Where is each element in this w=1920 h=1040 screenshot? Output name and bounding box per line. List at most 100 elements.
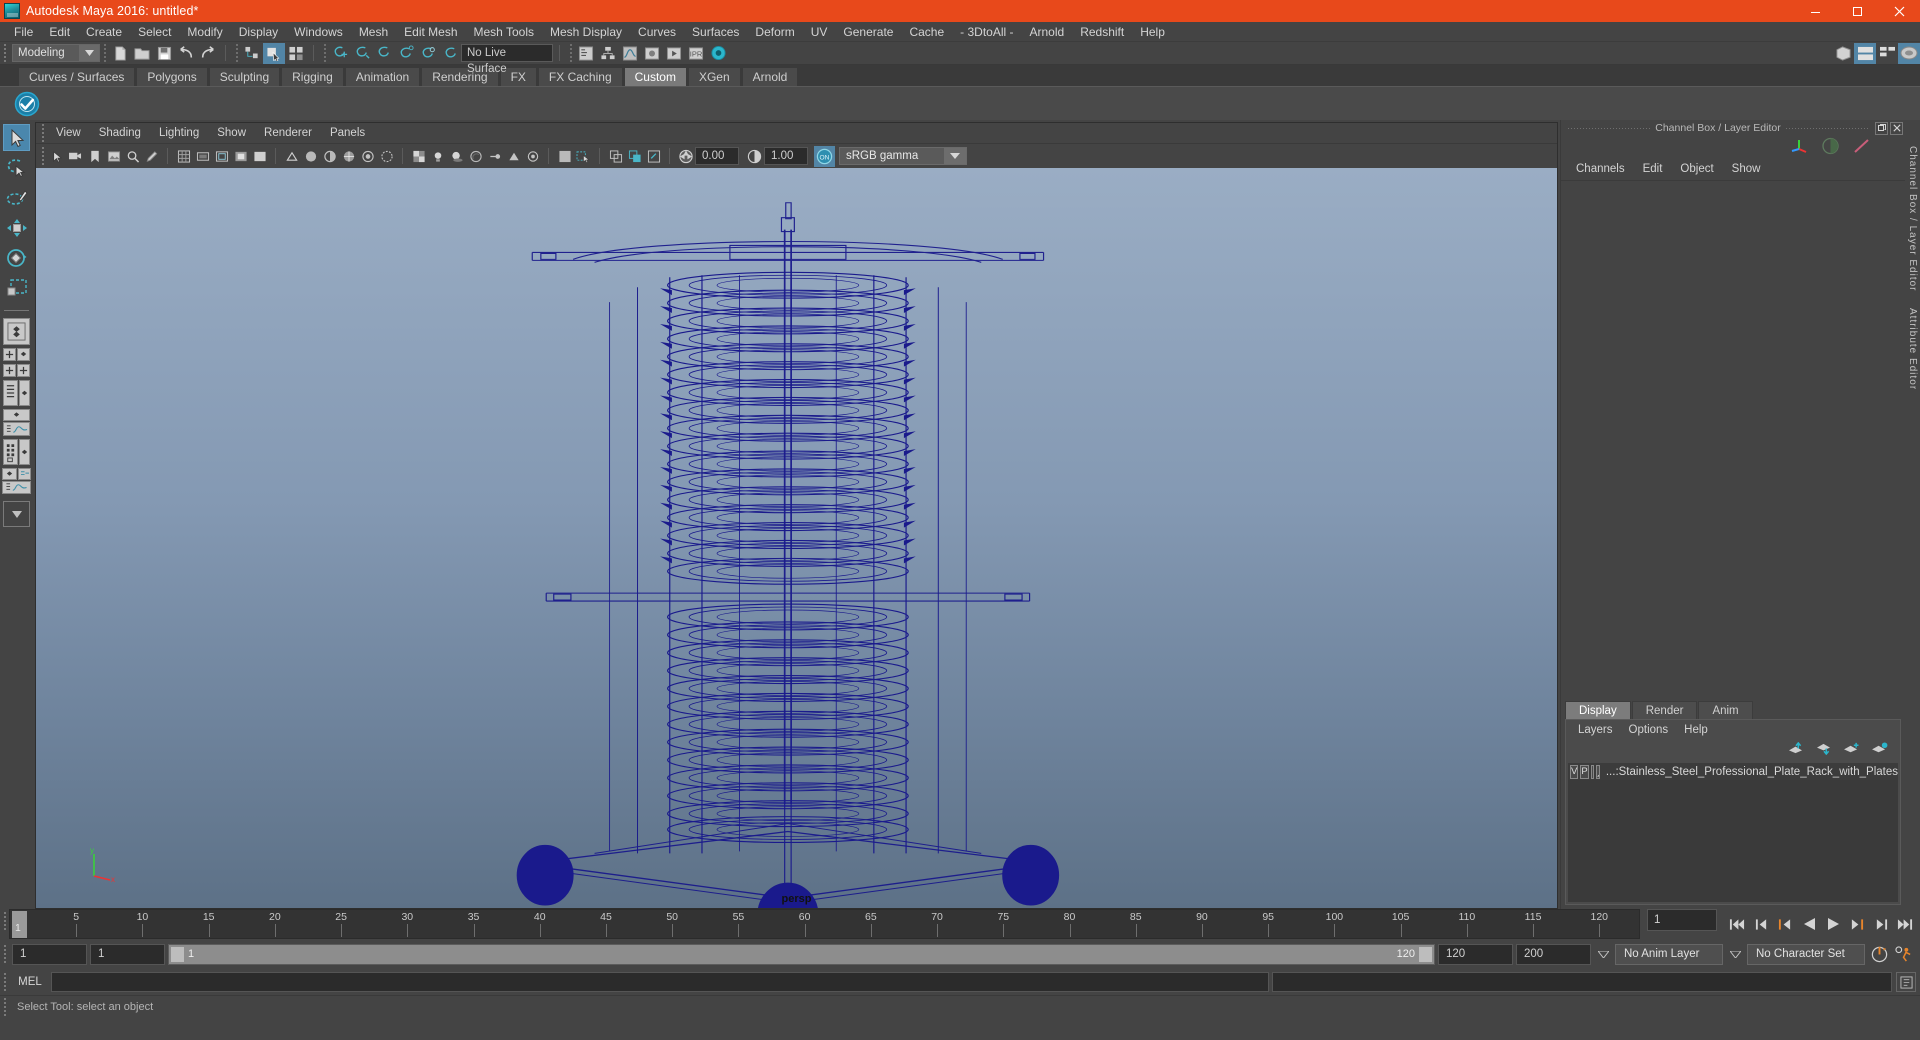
snap-to-curve-icon[interactable] [351, 43, 373, 64]
viewport-menu-lighting[interactable]: Lighting [150, 123, 208, 143]
color-management-selector[interactable]: sRGB gamma [839, 147, 967, 165]
auto-keyframe-toggle-icon[interactable] [1868, 942, 1890, 966]
menu-generate[interactable]: Generate [835, 22, 901, 42]
anim-end-field[interactable]: 200 [1516, 943, 1591, 965]
color-management-toggle-icon[interactable]: ON [814, 145, 835, 167]
resolution-gate-icon[interactable] [212, 146, 231, 167]
layer-tab-anim[interactable]: Anim [1698, 701, 1753, 719]
select-by-object-type-icon[interactable] [263, 42, 285, 64]
isolate-select-icon[interactable] [555, 146, 574, 167]
current-frame-field[interactable]: 1 [1647, 909, 1717, 931]
viewport-menu-shading[interactable]: Shading [90, 123, 150, 143]
wireframe-on-shaded-icon[interactable] [339, 146, 358, 167]
viewport-drag-handle[interactable] [38, 122, 47, 145]
channelbox-menu-edit[interactable]: Edit [1634, 159, 1672, 179]
viewport-toolbar-drag-handle[interactable] [38, 145, 47, 168]
two-d-pan-zoom-icon[interactable] [123, 146, 142, 167]
undo-icon[interactable] [175, 43, 197, 64]
paint-select-tool-icon[interactable] [3, 184, 30, 211]
create-empty-layer-icon[interactable] [1843, 742, 1860, 758]
layout-persp-graph-icon[interactable] [2, 481, 31, 494]
viewport-menu-view[interactable]: View [47, 123, 90, 143]
menu-windows[interactable]: Windows [286, 22, 351, 42]
new-scene-icon[interactable] [109, 43, 131, 64]
select-camera-icon[interactable] [47, 146, 66, 167]
shelf-item-checkmark-icon[interactable] [12, 89, 42, 119]
menuset-selector[interactable]: Modeling [12, 44, 100, 62]
show-attribute-editor-icon[interactable] [1854, 42, 1876, 64]
maximize-button[interactable] [1836, 0, 1878, 22]
toggle-xray-active-icon[interactable] [625, 146, 644, 167]
lasso-select-tool-icon[interactable] [3, 154, 30, 181]
shading-sphere-icon[interactable] [1821, 137, 1840, 158]
time-slider[interactable]: 1 5 10 15 20 25 30 35 40 45 50 55 60 65 70 75 80 85 90 95 1… [9, 909, 1640, 939]
wireframe-color-icon[interactable] [1852, 137, 1871, 158]
screen-space-ao-icon[interactable] [466, 146, 485, 167]
mel-command-input[interactable] [51, 972, 1269, 992]
shelf-tab-xgen[interactable]: XGen [687, 67, 741, 86]
select-by-component-type-icon[interactable] [285, 43, 307, 64]
layout-graph-editor-icon[interactable] [3, 422, 30, 436]
show-tool-settings-icon[interactable] [1876, 43, 1898, 64]
range-slider[interactable]: 1 120 [168, 943, 1435, 965]
shelf-tab-arnold[interactable]: Arnold [741, 67, 799, 86]
layer-display-type-toggle[interactable] [1590, 764, 1595, 779]
snap-to-grid-icon[interactable] [329, 43, 351, 64]
layout-persp-top-icon[interactable] [3, 409, 30, 421]
use-all-lights-icon[interactable] [428, 146, 447, 167]
shelf-tab-animation[interactable]: Animation [344, 67, 421, 86]
xray-icon[interactable] [358, 146, 377, 167]
open-hypergraph-icon[interactable] [597, 43, 619, 64]
menu-redshift[interactable]: Redshift [1072, 22, 1132, 42]
layers-menu-layers[interactable]: Layers [1570, 720, 1621, 740]
layer-tab-display[interactable]: Display [1565, 701, 1631, 719]
layout-hypershade-icon[interactable] [3, 439, 18, 465]
motion-blur-icon[interactable] [485, 146, 504, 167]
menu-deform[interactable]: Deform [747, 22, 802, 42]
layout-outliner-persp-icon[interactable] [3, 380, 18, 406]
layout-relationship-editor-icon[interactable] [18, 468, 31, 480]
wireframe-shading-icon[interactable] [282, 146, 301, 167]
grid-toggle-icon[interactable] [174, 146, 193, 167]
toolbar-drag-handle[interactable] [0, 42, 9, 65]
viewport-menu-panels[interactable]: Panels [321, 123, 374, 143]
toggle-xray-joints-icon[interactable] [644, 146, 663, 167]
shelf-tab-custom[interactable]: Custom [623, 67, 687, 86]
show-channel-box-icon[interactable] [1898, 42, 1920, 64]
anim-start-field[interactable]: 1 [12, 943, 87, 965]
open-graph-editor-icon[interactable] [619, 43, 641, 64]
snap-to-view-planes-icon[interactable] [417, 43, 439, 64]
snap-to-point-icon[interactable] [373, 43, 395, 64]
move-layer-up-icon[interactable] [1787, 741, 1804, 758]
go-to-end-button[interactable] [1894, 912, 1916, 936]
layout-persp-small-icon[interactable] [2, 468, 17, 480]
texture-display-icon[interactable] [409, 146, 428, 167]
range-start-field[interactable]: 1 [90, 943, 165, 965]
menu-display[interactable]: Display [231, 22, 286, 42]
exposure-field[interactable]: 0.00 [695, 147, 739, 165]
scale-tool-icon[interactable] [3, 274, 30, 301]
layer-color-swatch[interactable] [1596, 764, 1600, 779]
3d-viewport[interactable]: y x persp [36, 168, 1557, 908]
menu-help[interactable]: Help [1132, 22, 1173, 42]
render-current-frame-icon[interactable] [663, 43, 685, 64]
close-panel-button[interactable] [1890, 121, 1903, 135]
go-to-start-button[interactable] [1726, 912, 1748, 936]
step-back-frame-button[interactable] [1750, 912, 1772, 936]
bookmark-icon[interactable] [85, 146, 104, 167]
manipulator-axis-icon[interactable] [1789, 137, 1809, 158]
play-forwards-button[interactable] [1822, 912, 1844, 936]
menu-select[interactable]: Select [130, 22, 179, 42]
save-scene-icon[interactable] [153, 43, 175, 64]
menu-file[interactable]: File [6, 22, 41, 42]
menu-edit[interactable]: Edit [41, 22, 78, 42]
exposure-aperture-icon[interactable] [676, 146, 695, 167]
commandline-drag-handle[interactable] [0, 971, 9, 994]
render-settings-icon[interactable] [707, 43, 729, 64]
shelf-tab-fx-caching[interactable]: FX Caching [537, 67, 623, 86]
layer-tab-render[interactable]: Render [1631, 701, 1698, 719]
layout-two-view-icon[interactable] [17, 364, 30, 377]
menu-modify[interactable]: Modify [179, 22, 230, 42]
menu-edit-mesh[interactable]: Edit Mesh [396, 22, 465, 42]
layout-four-view-icon[interactable] [3, 364, 16, 377]
